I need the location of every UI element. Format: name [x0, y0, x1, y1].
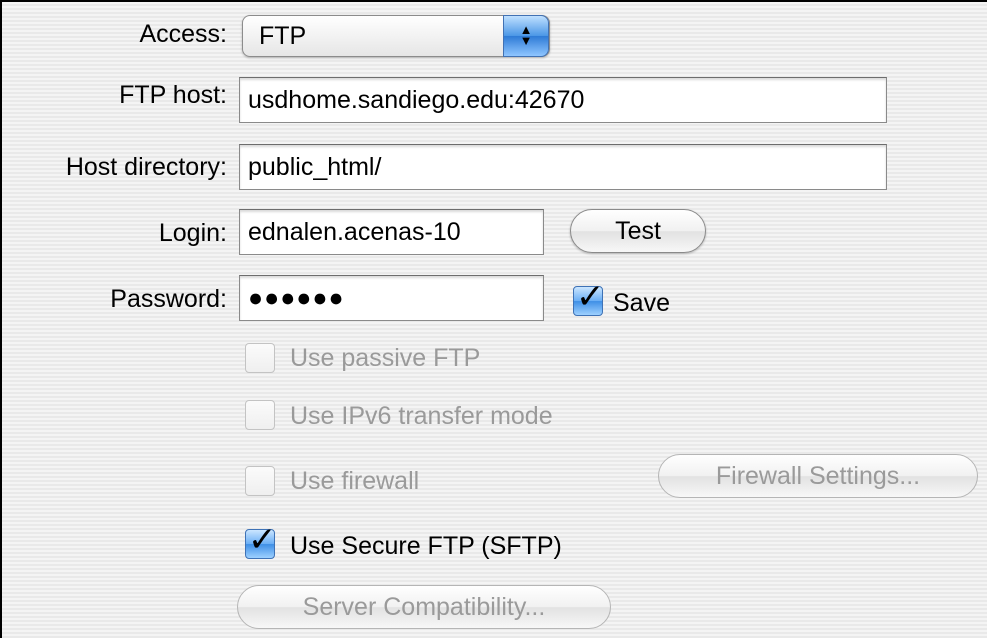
checkmark-icon: ✓ [576, 278, 605, 316]
login-input[interactable]: ednalen.acenas-10 [239, 209, 544, 255]
access-label: Access: [139, 20, 227, 48]
ftp-settings-panel: Access: FTP ▲ ▼ FTP host: usdhome.sandieg… [0, 0, 987, 638]
sftp-label: Use Secure FTP (SFTP) [290, 532, 562, 560]
checkmark-icon: ✓ [248, 521, 277, 559]
firewall-checkbox[interactable] [245, 466, 275, 496]
access-popup[interactable]: FTP ▲ ▼ [242, 15, 550, 57]
up-down-arrows-icon: ▲ ▼ [503, 15, 549, 57]
passive-ftp-checkbox[interactable] [245, 343, 275, 373]
server-compatibility-button[interactable]: Server Compatibility... [237, 585, 611, 629]
ftp-host-label: FTP host: [119, 81, 227, 109]
ftp-host-input[interactable]: usdhome.sandiego.edu:42670 [239, 77, 887, 123]
sftp-checkbox[interactable]: ✓ [245, 521, 277, 559]
firewall-label: Use firewall [290, 467, 420, 495]
save-label: Save [613, 289, 670, 317]
ipv6-checkbox[interactable] [245, 400, 275, 430]
login-label: Login: [158, 219, 227, 247]
host-directory-input[interactable]: public_html/ [239, 144, 887, 190]
password-label: Password: [110, 285, 227, 313]
host-directory-label: Host directory: [65, 153, 227, 181]
access-value: FTP [259, 22, 307, 50]
passive-ftp-label: Use passive FTP [290, 344, 481, 372]
firewall-settings-button[interactable]: Firewall Settings... [658, 454, 978, 498]
ipv6-label: Use IPv6 transfer mode [290, 402, 553, 430]
password-input[interactable]: ●●●●●● [239, 275, 544, 321]
save-checkbox[interactable]: ✓ [573, 278, 605, 316]
test-button[interactable]: Test [570, 209, 706, 253]
